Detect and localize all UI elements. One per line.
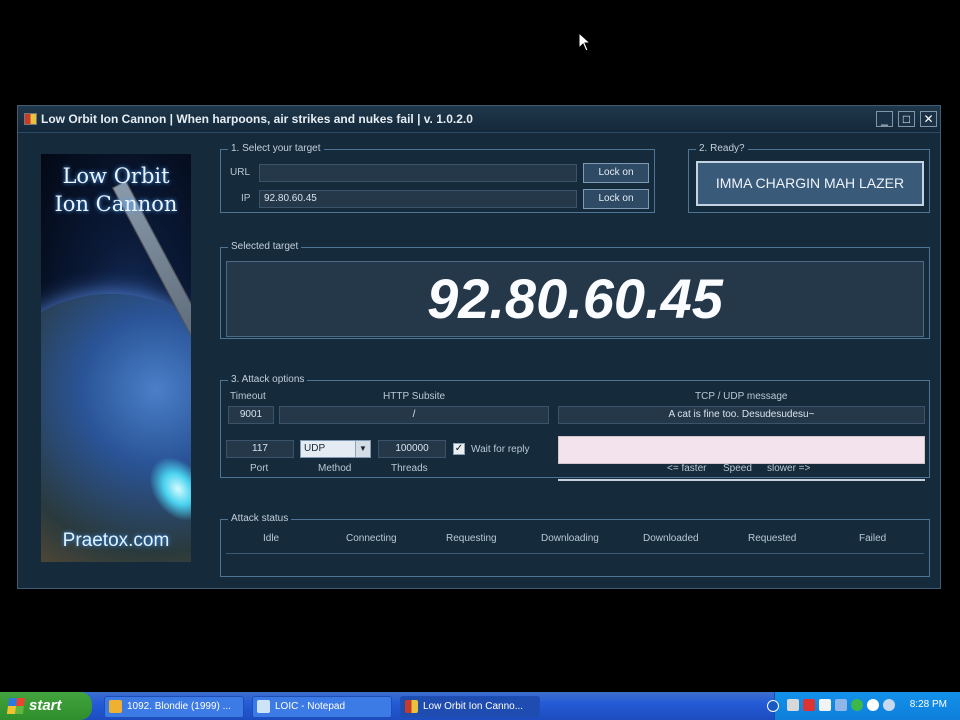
taskbar-item-label: 1092. Blondie (1999) ... — [127, 701, 231, 712]
threads-input[interactable]: 100000 — [378, 440, 446, 458]
loic-app-icon — [405, 700, 418, 713]
taskbar-item-label: Low Orbit Ion Canno... — [423, 701, 524, 712]
speed-faster-label: <= faster — [667, 463, 707, 474]
method-selected-value: UDP — [304, 443, 326, 454]
taskbar-item-notepad[interactable]: LOIC - Notepad — [252, 696, 392, 718]
banner-logo: Low Orbit Ion Cannon — [41, 162, 191, 218]
method-label: Method — [318, 463, 352, 474]
status-col-downloaded: Downloaded — [643, 533, 699, 544]
speed-slider-line — [558, 479, 925, 481]
tray-app-icon[interactable] — [835, 699, 847, 711]
lock-on-url-button[interactable]: Lock on — [583, 163, 649, 183]
ready-group-legend: 2. Ready? — [696, 143, 748, 154]
logo-line-2: Ion Cannon — [54, 192, 178, 216]
lock-on-ip-button[interactable]: Lock on — [583, 189, 649, 209]
clock: 8:28 PM — [909, 699, 947, 710]
update-icon[interactable] — [883, 699, 895, 711]
notepad-icon — [257, 700, 270, 713]
banner-site-link: Praetox.com — [62, 530, 170, 551]
timeout-label: Timeout — [230, 391, 266, 402]
fire-button[interactable]: IMMA CHARGIN MAH LAZER — [696, 161, 924, 206]
title-bar[interactable]: Low Orbit Ion Cannon | When harpoons, ai… — [18, 106, 940, 133]
start-label: start — [29, 697, 62, 714]
attack-status-group: Attack status Idle Connecting Requesting… — [220, 513, 930, 577]
status-col-requesting: Requesting — [446, 533, 497, 544]
selected-target-legend: Selected target — [228, 241, 302, 252]
network-icon[interactable] — [787, 699, 799, 711]
window-title: Low Orbit Ion Cannon | When harpoons, ai… — [41, 112, 473, 126]
shield-icon[interactable] — [851, 699, 863, 711]
system-tray: 8:28 PM — [767, 692, 960, 720]
tcp-udp-message-input[interactable]: A cat is fine too. Desudesudesu~ — [558, 406, 925, 424]
loic-window: Low Orbit Ion Cannon | When harpoons, ai… — [17, 105, 941, 589]
selected-target-group: Selected target 92.80.60.45 — [220, 241, 930, 339]
timeout-input[interactable]: 9001 — [228, 406, 274, 424]
app-icon — [24, 113, 37, 125]
status-col-connecting: Connecting — [346, 533, 397, 544]
status-col-idle: Idle — [263, 533, 280, 544]
port-label: Port — [250, 463, 269, 474]
speed-slower-label: slower => — [767, 463, 811, 474]
selected-target-display: 92.80.60.45 — [226, 261, 924, 337]
planet-graphic — [41, 294, 191, 562]
speed-label: Speed — [723, 463, 752, 474]
security-icon[interactable] — [819, 699, 831, 711]
skull-icon[interactable] — [867, 699, 879, 711]
tcp-udp-message-label: TCP / UDP message — [695, 391, 788, 402]
http-subsite-label: HTTP Subsite — [383, 391, 446, 402]
status-divider — [226, 553, 924, 554]
minimize-button[interactable]: _ — [876, 111, 893, 127]
status-col-failed: Failed — [859, 533, 887, 544]
speed-slider-track[interactable] — [558, 436, 925, 464]
ip-input[interactable]: 92.80.60.45 — [259, 190, 577, 208]
taskbar: start 1092. Blondie (1999) ... LOIC - No… — [0, 692, 960, 720]
http-subsite-input[interactable]: / — [279, 406, 549, 424]
media-player-icon — [109, 700, 122, 713]
ready-group: 2. Ready? IMMA CHARGIN MAH LAZER — [688, 143, 930, 213]
taskbar-item-loic[interactable]: Low Orbit Ion Canno... — [400, 696, 540, 718]
logo-line-1: Low Orbit — [62, 164, 170, 188]
chevron-down-icon[interactable]: ▼ — [355, 441, 370, 457]
wait-for-reply-checkbox[interactable]: ✓ — [453, 443, 465, 455]
tray-expand-icon[interactable] — [767, 700, 779, 712]
close-button[interactable]: ✕ — [920, 111, 937, 127]
attack-options-legend: 3. Attack options — [228, 374, 308, 385]
ip-label: IP — [241, 193, 251, 204]
attack-options-group: 3. Attack options Timeout HTTP Subsite T… — [220, 374, 930, 481]
loic-banner-image: Low Orbit Ion Cannon Praetox.com — [41, 154, 191, 562]
status-col-requested: Requested — [748, 533, 797, 544]
attack-status-legend: Attack status — [228, 513, 292, 524]
maximize-button[interactable]: □ — [898, 111, 915, 127]
target-group-legend: 1. Select your target — [228, 143, 324, 154]
target-group: 1. Select your target URL Lock on IP 92.… — [220, 143, 655, 213]
port-input[interactable]: 117 — [226, 440, 294, 458]
antivirus-icon[interactable] — [803, 699, 815, 711]
start-button[interactable]: start — [0, 692, 92, 720]
url-label: URL — [230, 167, 251, 178]
url-input[interactable] — [259, 164, 577, 182]
taskbar-item-label: LOIC - Notepad — [275, 701, 346, 712]
method-select[interactable]: UDP ▼ — [300, 440, 371, 458]
threads-label: Threads — [391, 463, 428, 474]
wait-for-reply-label: Wait for reply — [471, 444, 530, 455]
taskbar-item-blondie[interactable]: 1092. Blondie (1999) ... — [104, 696, 244, 718]
mouse-cursor-icon — [578, 32, 592, 52]
status-col-downloading: Downloading — [541, 533, 599, 544]
windows-logo-icon — [6, 698, 26, 714]
